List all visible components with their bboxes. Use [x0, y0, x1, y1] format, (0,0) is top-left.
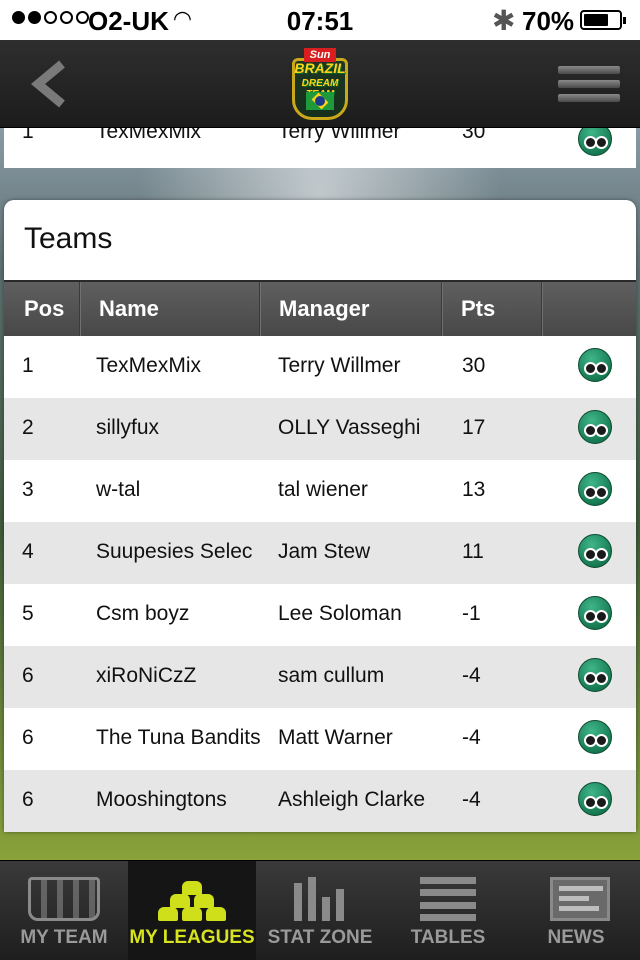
view-team-binoculars-icon[interactable]	[578, 534, 612, 568]
app-header: Sun BRAZIL DREAM TEAM	[0, 40, 640, 128]
tab-my-leagues[interactable]: MY LEAGUES	[128, 861, 256, 960]
tab-stat-zone[interactable]: STAT ZONE	[256, 861, 384, 960]
table-row[interactable]: 6 xiRoNiCzZ sam cullum -4	[4, 646, 636, 708]
table-row[interactable]: 6 The Tuna Bandits Matt Warner -4	[4, 708, 636, 770]
table-header: Pos Name Manager Pts	[4, 280, 636, 338]
bar-chart-icon	[294, 877, 346, 921]
view-team-binoculars-icon[interactable]	[578, 596, 612, 630]
view-team-binoculars-icon[interactable]	[578, 782, 612, 816]
battery-percentage: 70%	[522, 6, 575, 36]
hamburger-icon	[558, 66, 620, 74]
table-row[interactable]: 5 Csm boyz Lee Soloman -1	[4, 584, 636, 646]
view-team-binoculars-icon[interactable]	[578, 410, 612, 444]
battery-icon	[580, 10, 626, 30]
back-button[interactable]	[28, 58, 72, 110]
list-icon	[420, 877, 476, 921]
table-row[interactable]: 2 sillyfux OLLY Vasseghi 17	[4, 398, 636, 460]
team-formation-icon	[28, 877, 100, 921]
column-header-name: Name	[80, 282, 260, 338]
menu-button[interactable]	[558, 66, 620, 102]
column-header-pos: Pos	[4, 282, 80, 338]
tab-bar: MY TEAM MY LEAGUES STAT ZONE TABLES NEWS	[0, 860, 640, 960]
column-header-manager: Manager	[260, 282, 442, 338]
bluetooth-icon: ✱	[492, 5, 516, 36]
teams-panel: Teams Pos Name Manager Pts 1 TexMexMix T…	[4, 200, 636, 832]
binoculars-icon[interactable]	[578, 128, 612, 156]
chevron-left-icon	[30, 60, 65, 108]
table-row[interactable]: 6 Mooshingtons Ashleigh Clarke -4	[4, 770, 636, 832]
table-row[interactable]: 4 Suupesies Selec Jam Stew 11	[4, 522, 636, 584]
panel-title: Teams	[24, 222, 113, 255]
tab-tables[interactable]: TABLES	[384, 861, 512, 960]
tab-my-team[interactable]: MY TEAM	[0, 861, 128, 960]
tab-news[interactable]: NEWS	[512, 861, 640, 960]
status-bar: O2-UK ◠ 07:51 ✱ 70%	[0, 0, 640, 40]
view-team-binoculars-icon[interactable]	[578, 472, 612, 506]
table-row[interactable]: 3 w-tal tal wiener 13	[4, 460, 636, 522]
view-team-binoculars-icon[interactable]	[578, 348, 612, 382]
table-row[interactable]: 1 TexMexMix Terry Willmer 30	[4, 336, 636, 398]
view-team-binoculars-icon[interactable]	[578, 658, 612, 692]
league-pyramid-icon	[156, 881, 228, 921]
column-header-pts: Pts	[442, 282, 542, 338]
view-team-binoculars-icon[interactable]	[578, 720, 612, 754]
brazil-dream-team-logo: Sun BRAZIL DREAM TEAM	[290, 46, 350, 124]
newspaper-icon	[550, 877, 610, 921]
column-header-view	[542, 282, 636, 338]
previous-list-row: 1 TexMexMix Terry Willmer 30	[4, 128, 636, 168]
